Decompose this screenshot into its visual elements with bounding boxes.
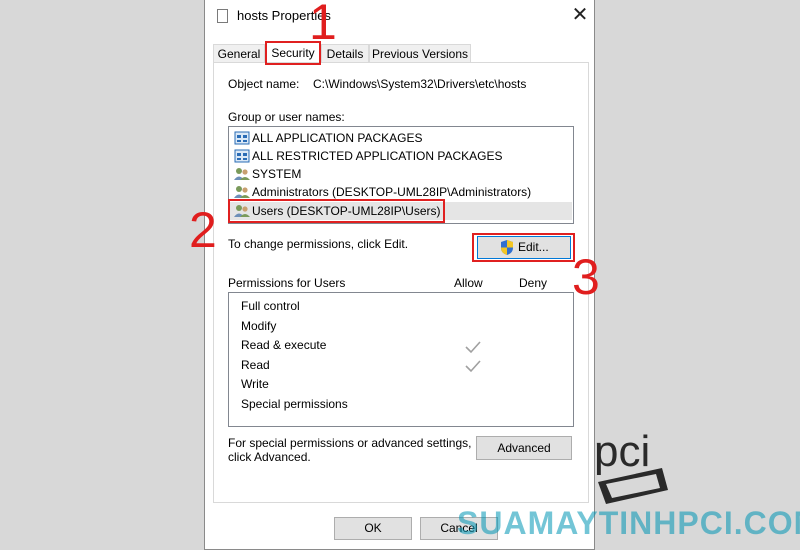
deny-header: Deny	[519, 276, 548, 290]
file-icon	[217, 9, 228, 23]
list-item[interactable]: ALL APPLICATION PACKAGES	[230, 129, 572, 147]
list-item[interactable]: SYSTEM	[230, 165, 572, 183]
app-packages-icon	[234, 149, 250, 163]
tab-general[interactable]: General	[213, 44, 265, 63]
list-item[interactable]: ALL RESTRICTED APPLICATION PACKAGES	[230, 147, 572, 165]
ok-button[interactable]: OK	[334, 517, 412, 540]
allow-header: Allow	[454, 276, 483, 290]
tab-previous-versions[interactable]: Previous Versions	[369, 44, 471, 63]
permission-name: Modify	[241, 319, 277, 333]
watermark-text: SUAMAYTINHPCI.COM	[457, 505, 800, 541]
advanced-hint-line2: click Advanced.	[228, 450, 311, 464]
list-item-label: SYSTEM	[252, 167, 302, 181]
change-permissions-hint: To change permissions, click Edit.	[228, 237, 409, 251]
advanced-hint-line1: For special permissions or advanced sett…	[228, 436, 472, 450]
pci-logo: pci	[594, 427, 668, 504]
step-number-3: 3	[572, 249, 600, 305]
users-icon	[234, 168, 250, 180]
permissions-label: Permissions for Users	[228, 276, 346, 290]
object-name-label: Object name:	[228, 77, 300, 91]
properties-dialog: hosts Properties ✕ General Security Deta…	[204, 0, 595, 550]
object-name-value: C:\Windows\System32\Drivers\etc\hosts	[313, 77, 527, 91]
highlight-edit-button	[472, 233, 575, 262]
list-item-label: ALL APPLICATION PACKAGES	[252, 131, 423, 145]
advanced-button[interactable]: Advanced	[476, 436, 572, 460]
permission-name: Special permissions	[241, 397, 348, 411]
permission-name: Read	[241, 358, 270, 372]
highlight-users-item	[228, 199, 445, 223]
step-number-2: 2	[189, 202, 217, 258]
users-icon	[234, 186, 250, 198]
step-number-1: 1	[309, 0, 337, 50]
permissions-list: Full control Modify Read & execute Read …	[228, 292, 574, 427]
close-button[interactable]: ✕	[570, 4, 590, 26]
pci-logo-text: pci	[594, 427, 650, 476]
list-item-label: ALL RESTRICTED APPLICATION PACKAGES	[252, 149, 503, 163]
permission-name: Write	[241, 377, 269, 391]
group-names-label: Group or user names:	[228, 110, 345, 124]
app-packages-icon	[234, 131, 250, 145]
permission-name: Read & execute	[241, 338, 327, 352]
permission-name: Full control	[241, 299, 300, 313]
checkmark-icon	[465, 360, 481, 373]
checkmark-icon	[465, 341, 481, 354]
